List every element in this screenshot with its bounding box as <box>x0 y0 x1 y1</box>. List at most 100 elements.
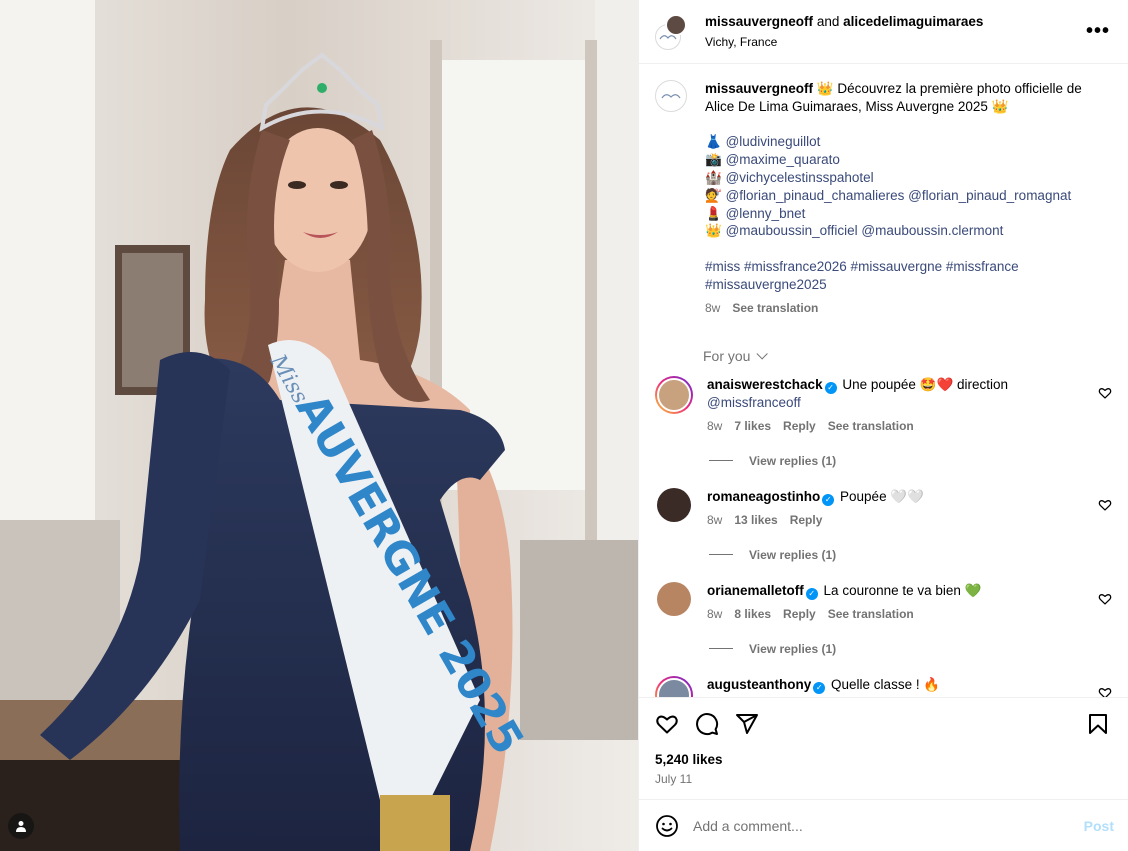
verified-icon: ✓ <box>822 493 835 506</box>
see-translation-button[interactable]: See translation <box>732 300 818 318</box>
mention-link[interactable]: @mauboussin_officiel <box>726 223 858 238</box>
chevron-down-icon <box>756 348 769 360</box>
share-icon[interactable] <box>735 712 759 736</box>
bookmark-icon[interactable] <box>1086 712 1110 736</box>
header-joiner: and <box>816 13 840 29</box>
mention-link[interactable]: @lenny_bnet <box>726 206 806 221</box>
comment-item: romaneagostinho ✓ Poupée 🤍🤍 8w 13 likes Repl… <box>655 487 1112 562</box>
mention-link[interactable]: @mauboussin.clermont <box>861 223 1003 238</box>
caption: missauvergneoff 👑 Découvrez la première … <box>655 80 1112 317</box>
post-button[interactable]: Post <box>1084 818 1114 834</box>
comment-body: anaiswerestchack ✓ Une poupée 🤩❤️ directi… <box>707 376 1112 436</box>
comment-time[interactable]: 8w <box>707 606 722 624</box>
credit-emoji: 🏰 <box>705 169 722 185</box>
actions-bar: 5,240 likes July 11 <box>639 697 1128 799</box>
view-replies-button[interactable]: View replies (1) <box>709 548 1112 562</box>
add-comment-bar: Post <box>639 799 1128 851</box>
credit-line: 💇 @florian_pinaud_chamalieres @florian_p… <box>705 187 1112 205</box>
user-tag-icon <box>16 821 26 832</box>
comment-item: orianemalletoff ✓ La couronne te va bien … <box>655 581 1112 656</box>
mention-link[interactable]: @missfranceoff <box>707 395 801 410</box>
see-translation-button[interactable]: See translation <box>828 418 914 436</box>
comment-list: anaiswerestchack ✓ Une poupée 🤩❤️ directi… <box>655 376 1112 697</box>
mention-link[interactable]: @maxime_quarato <box>726 152 840 167</box>
credit-emoji: 👗 <box>705 134 722 150</box>
miss-logo-icon <box>661 94 681 99</box>
view-replies-label: View replies (1) <box>749 547 837 562</box>
see-translation-button[interactable]: See translation <box>828 606 914 624</box>
photo-scene: AUVERGNE 2025 Miss <box>0 0 638 851</box>
post-date[interactable]: July 11 <box>655 772 1112 786</box>
emoji-icon[interactable] <box>655 814 679 838</box>
credit-line: 🏰 @vichycelestinsspahotel <box>705 169 1112 187</box>
commenter-avatar[interactable] <box>657 487 691 522</box>
view-replies-button[interactable]: View replies (1) <box>709 454 1112 468</box>
comment-username[interactable]: romaneagostinho <box>707 489 820 504</box>
comment-likes[interactable]: 13 likes <box>734 512 777 530</box>
comment-text: Une poupée 🤩❤️ direction <box>842 377 1009 393</box>
comment-icon[interactable] <box>695 712 719 736</box>
credit-emoji: 💇 <box>705 187 722 203</box>
credit-line: 👗 @ludivineguillot <box>705 133 1112 151</box>
comments-scroll-area[interactable]: missauvergneoff 👑 Découvrez la première … <box>639 64 1128 697</box>
heart-icon[interactable] <box>655 712 679 736</box>
avatar[interactable] <box>655 80 687 112</box>
comment-item: anaiswerestchack ✓ Une poupée 🤩❤️ directi… <box>655 376 1112 468</box>
comment-username[interactable]: augusteanthony <box>707 677 811 692</box>
reply-button[interactable]: Reply <box>790 512 823 530</box>
header-user-2[interactable]: alicedelimaguimaraes <box>843 14 983 29</box>
reply-button[interactable]: Reply <box>783 606 816 624</box>
comment-likes[interactable]: 8 likes <box>734 606 771 624</box>
heart-icon[interactable] <box>1098 592 1112 606</box>
caption-hashtags[interactable]: #miss #missfrance2026 #missauvergne #mis… <box>705 258 1112 294</box>
mention-link[interactable]: @florian_pinaud_romagnat <box>908 188 1071 203</box>
more-icon[interactable]: ••• <box>1082 16 1114 47</box>
mention-link[interactable]: @vichycelestinsspahotel <box>726 170 874 185</box>
comment-text: Quelle classe ! 🔥 <box>831 676 941 692</box>
location-link[interactable]: Vichy, France <box>705 34 1082 50</box>
credit-emoji: 📸 <box>705 152 722 168</box>
for-you-dropdown[interactable]: For you <box>703 348 1112 364</box>
post-panel: missauvergneoff and alicedelimaguimaraes… <box>638 0 1128 851</box>
commenter-avatar[interactable] <box>655 376 693 415</box>
caption-body: missauvergneoff 👑 Découvrez la première … <box>705 80 1112 317</box>
post-photo[interactable]: AUVERGNE 2025 Miss <box>0 0 638 851</box>
user-tag-button[interactable] <box>8 813 34 839</box>
view-replies-label: View replies (1) <box>749 641 837 656</box>
caption-username[interactable]: missauvergneoff <box>705 81 813 96</box>
credit-line: 👑 @mauboussin_officiel @mauboussin.clerm… <box>705 222 1112 240</box>
comment-time[interactable]: 8w <box>707 512 722 530</box>
comment-username[interactable]: orianemalletoff <box>707 583 804 598</box>
view-replies-button[interactable]: View replies (1) <box>709 642 1112 656</box>
likes-count[interactable]: 5,240 likes <box>655 752 1112 767</box>
comment-body: romaneagostinho ✓ Poupée 🤍🤍 8w 13 likes Repl… <box>707 488 1112 530</box>
caption-credits: 👗 @ludivineguillot 📸 @maxime_quarato 🏰 @vi… <box>705 133 1112 240</box>
comment-text: Poupée 🤍🤍 <box>840 488 924 504</box>
heart-icon[interactable] <box>1098 386 1112 400</box>
comment-time[interactable]: 8w <box>707 418 722 436</box>
comment-body: orianemalletoff ✓ La couronne te va bien … <box>707 582 1112 624</box>
heart-icon[interactable] <box>1098 498 1112 512</box>
caption-time[interactable]: 8w <box>705 300 720 318</box>
mention-link[interactable]: @ludivineguillot <box>726 134 821 149</box>
comment-body: augusteanthony ✓ Quelle classe ! 🔥 <box>707 676 1112 697</box>
collab-avatars[interactable] <box>655 13 691 50</box>
verified-icon: ✓ <box>805 587 818 600</box>
reply-button[interactable]: Reply <box>783 418 816 436</box>
commenter-avatar[interactable] <box>657 581 691 616</box>
commenter-avatar[interactable] <box>655 675 693 697</box>
credit-line: 💄 @lenny_bnet <box>705 205 1112 223</box>
post-header: missauvergneoff and alicedelimaguimaraes… <box>639 0 1128 64</box>
post-modal: AUVERGNE 2025 Miss missauvergneoff and a… <box>0 0 1128 851</box>
comment-text: La couronne te va bien 💚 <box>823 582 982 598</box>
header-user-1[interactable]: missauvergneoff <box>705 14 813 29</box>
header-text: missauvergneoff and alicedelimaguimaraes… <box>705 13 1082 50</box>
comment-input[interactable] <box>693 817 1084 834</box>
comment-item: augusteanthony ✓ Quelle classe ! 🔥 <box>655 675 1112 697</box>
credit-emoji: 💄 <box>705 205 722 221</box>
comment-likes[interactable]: 7 likes <box>734 418 771 436</box>
mention-link[interactable]: @florian_pinaud_chamalieres <box>726 188 905 203</box>
comment-username[interactable]: anaiswerestchack <box>707 377 823 392</box>
heart-icon[interactable] <box>1098 686 1112 697</box>
verified-icon: ✓ <box>813 681 826 694</box>
